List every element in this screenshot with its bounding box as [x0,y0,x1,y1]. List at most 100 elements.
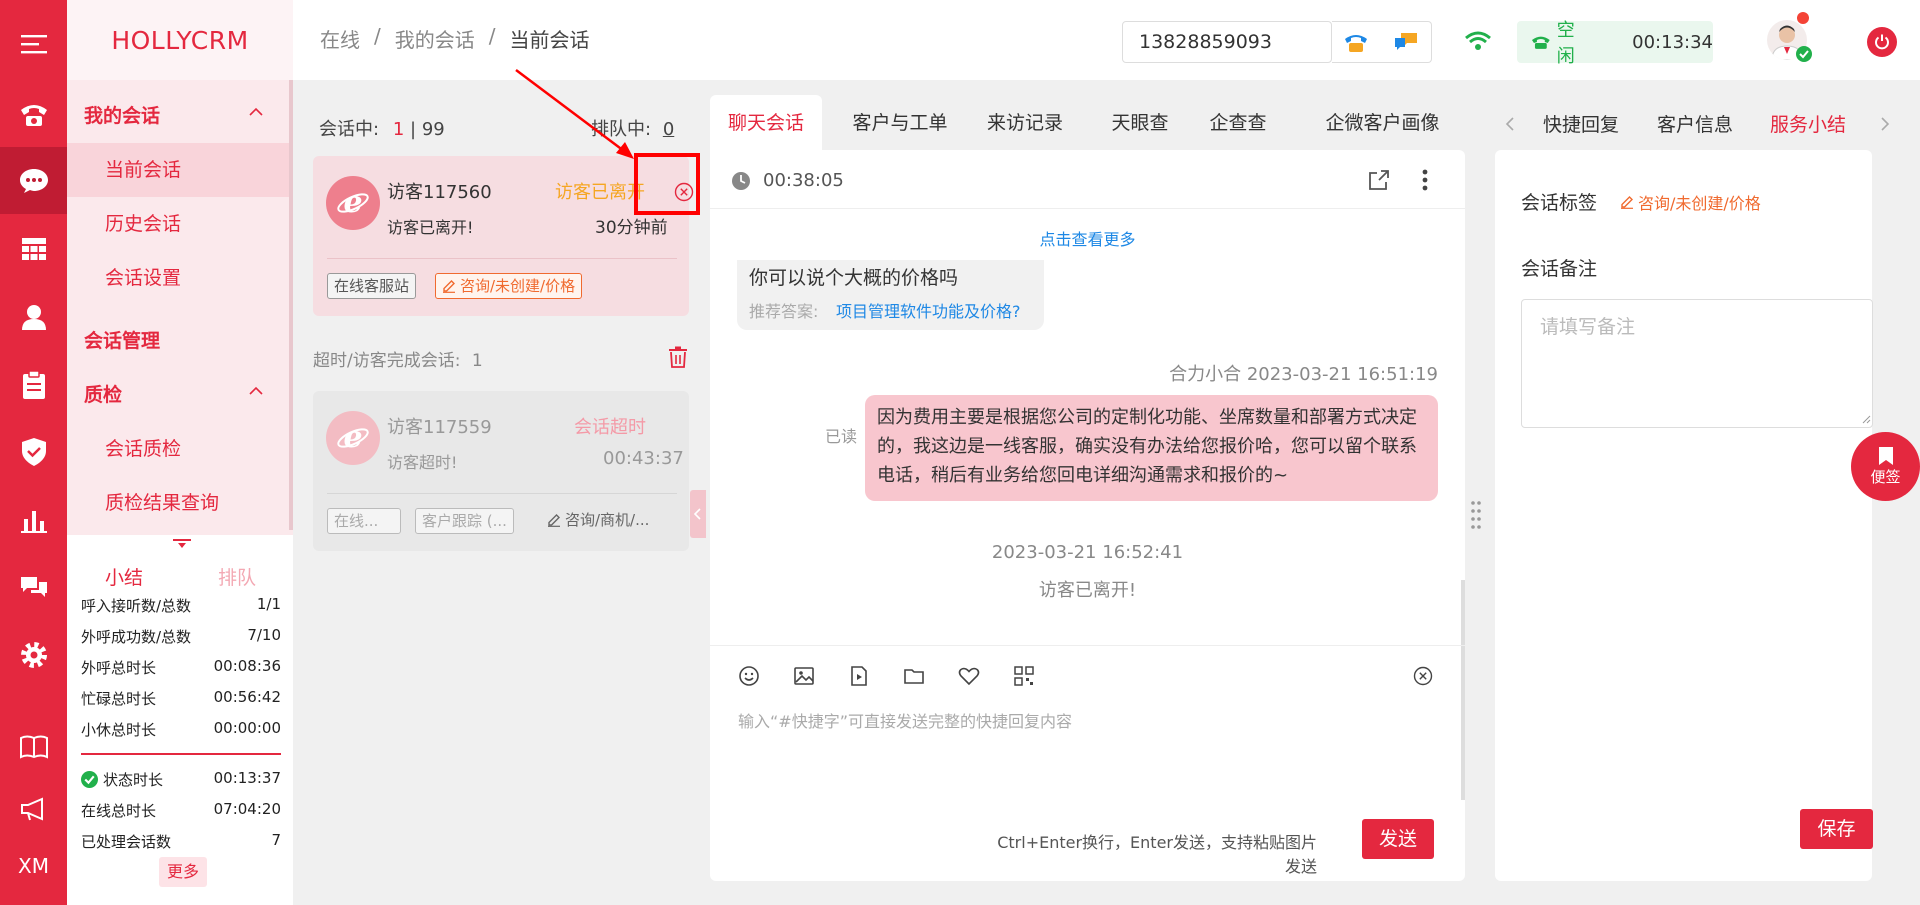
chevron-up-icon[interactable] [249,386,263,395]
chat-scrollbar[interactable] [1461,580,1465,800]
tab-customer-info[interactable]: 客户信息 [1657,110,1733,137]
caret-down-icon[interactable] [173,539,191,549]
chevron-left-icon [693,508,701,520]
sidebar-item-session-quality[interactable]: 会话质检 [67,422,289,476]
online-chat-icon[interactable] [1393,31,1419,53]
bar-chart-icon[interactable] [0,486,67,553]
user-icon[interactable] [0,283,67,350]
image-icon[interactable] [793,665,815,687]
trash-icon[interactable] [668,346,688,368]
tab-customer-tickets[interactable]: 客户与工单 [835,95,965,150]
phone-icon[interactable] [0,80,67,147]
megaphone-icon[interactable] [0,775,67,842]
share-icon[interactable] [1368,169,1390,191]
sidebar: HOLLYCRM 我的会话 当前会话 历史会话 会话设置 会话管理 质检 会话质… [67,0,293,905]
tab-visit-records[interactable]: 来访记录 [970,95,1080,150]
breadcrumb-online[interactable]: 在线 [320,24,360,53]
chat-header-divider [710,208,1465,209]
icon-rail: XM [0,0,67,905]
sidebar-item-history-session[interactable]: 历史会话 [67,197,289,251]
annotation-highlight-box [634,153,700,215]
stat-row: 外呼总时长 00:08:36 [81,657,281,678]
close-circle-icon[interactable] [1413,666,1433,686]
heart-icon[interactable] [958,665,980,687]
read-receipt: 已读 [825,427,858,446]
drag-handle-icon[interactable] [1470,500,1482,530]
sidebar-group-quality[interactable]: 质检 [84,380,122,407]
rail-xm-label[interactable]: XM [0,854,67,878]
composer-toolbar [738,665,1035,687]
clock-icon [732,172,750,190]
clipboard-icon[interactable] [0,351,67,418]
comments-icon[interactable] [0,554,67,621]
emoji-icon[interactable] [738,665,760,687]
status-timer: 00:13:34 [1632,31,1713,53]
timeout-summary: 超时/访客完成会话: 1 [313,346,483,371]
bookmark-icon [1878,447,1893,465]
tab-service-summary[interactable]: 服务小结 [1770,110,1846,137]
save-button[interactable]: 保存 [1800,809,1873,849]
tab-quick-reply[interactable]: 快捷回复 [1543,110,1619,137]
resize-grip-icon[interactable] [1861,414,1871,424]
stat-row: 状态时长 00:13:37 [81,769,281,790]
stat-label-wrap: 已处理会话数 [81,831,171,852]
annotation-arrow [515,69,634,159]
qrcode-icon[interactable] [1013,665,1035,687]
video-icon[interactable] [848,665,870,687]
session-tag-value[interactable]: 咨询/未创建/价格 [1620,190,1761,214]
sidebar-group-session-manage[interactable]: 会话管理 [84,326,160,353]
sidebar-item-session-settings[interactable]: 会话设置 [67,251,289,305]
phone-number-input[interactable]: 13828859093 [1122,21,1332,63]
conversation-card-active[interactable]: e 访客117560 访客已离开 访客已离开! 30分钟前 在线客服站 咨询/未… [313,156,694,316]
dial-phone-icon[interactable] [1344,31,1368,53]
suggest-answer-link[interactable]: 项目管理软件功能及价格? [836,298,1021,322]
stat-label: 在线总时长 [81,802,157,820]
folder-icon[interactable] [903,665,925,687]
agent-status[interactable]: 空闲 00:13:34 [1517,20,1713,67]
in-session-count: 1 [392,119,405,140]
chat-icon[interactable] [0,147,67,214]
session-note-label: 会话备注 [1521,258,1598,280]
shield-icon[interactable] [0,418,67,485]
power-button[interactable] [1867,27,1897,57]
stat-row: 在线总时长 07:04:20 [81,800,281,821]
book-icon[interactable] [0,713,67,780]
tab-chat[interactable]: 聊天会话 [710,95,822,150]
gear-icon[interactable] [0,621,67,688]
session-note-textarea[interactable]: 请填写备注 [1521,299,1873,428]
channel-tag: 在线客服站 [327,273,417,299]
tab-tianyancha[interactable]: 天眼查 [1090,95,1190,150]
menu-icon[interactable] [0,10,67,77]
send-button[interactable]: 发送 [1362,819,1434,859]
tab-summary[interactable]: 小结 [105,563,143,590]
more-button[interactable]: 更多 [159,857,207,887]
breadcrumb-my-sessions[interactable]: 我的会话 [395,24,475,53]
message-input[interactable]: 输入“#快捷字”可直接发送完整的快捷回复内容 [738,708,1438,732]
grid-icon[interactable] [0,215,67,282]
sidebar-item-current-session[interactable]: 当前会话 [67,143,289,197]
sidebar-group-my-sessions[interactable]: 我的会话 [84,101,160,128]
collapse-handle[interactable] [690,490,706,538]
phone-actions [1332,21,1432,63]
category-tag[interactable]: 咨询/商机/... [547,509,649,530]
load-more-link[interactable]: 点击查看更多 [710,226,1465,250]
tab-queue[interactable]: 排队 [218,563,256,590]
chevron-right-icon[interactable] [1880,116,1890,132]
stat-label: 小休总时长 [81,721,157,739]
stat-label: 忙碌总时长 [81,690,157,708]
breadcrumb: 在线 / 我的会话 / 当前会话 [320,24,590,53]
conversation-card-timeout[interactable]: e 访客117559 会话超时 访客超时! 00:43:37 在线... 客户跟… [313,391,689,551]
tab-qichacha[interactable]: 企查查 [1188,95,1288,150]
queue-count[interactable]: 0 [663,119,674,140]
chevron-left-icon[interactable] [1505,116,1515,132]
category-tag-text: 咨询/商机/... [565,511,650,529]
stat-label: 外呼总时长 [81,659,157,677]
chevron-up-icon[interactable] [249,107,263,116]
more-icon[interactable] [1422,168,1428,192]
tab-wecom-profile[interactable]: 企微客户画像 [1300,95,1465,150]
sidebar-item-quality-results[interactable]: 质检结果查询 [67,476,289,530]
sticky-note-button[interactable]: 便签 [1851,432,1920,501]
visitor-name: 访客117560 [387,182,492,203]
category-tag[interactable]: 咨询/未创建/价格 [435,273,583,299]
stat-label: 状态时长 [103,771,164,789]
